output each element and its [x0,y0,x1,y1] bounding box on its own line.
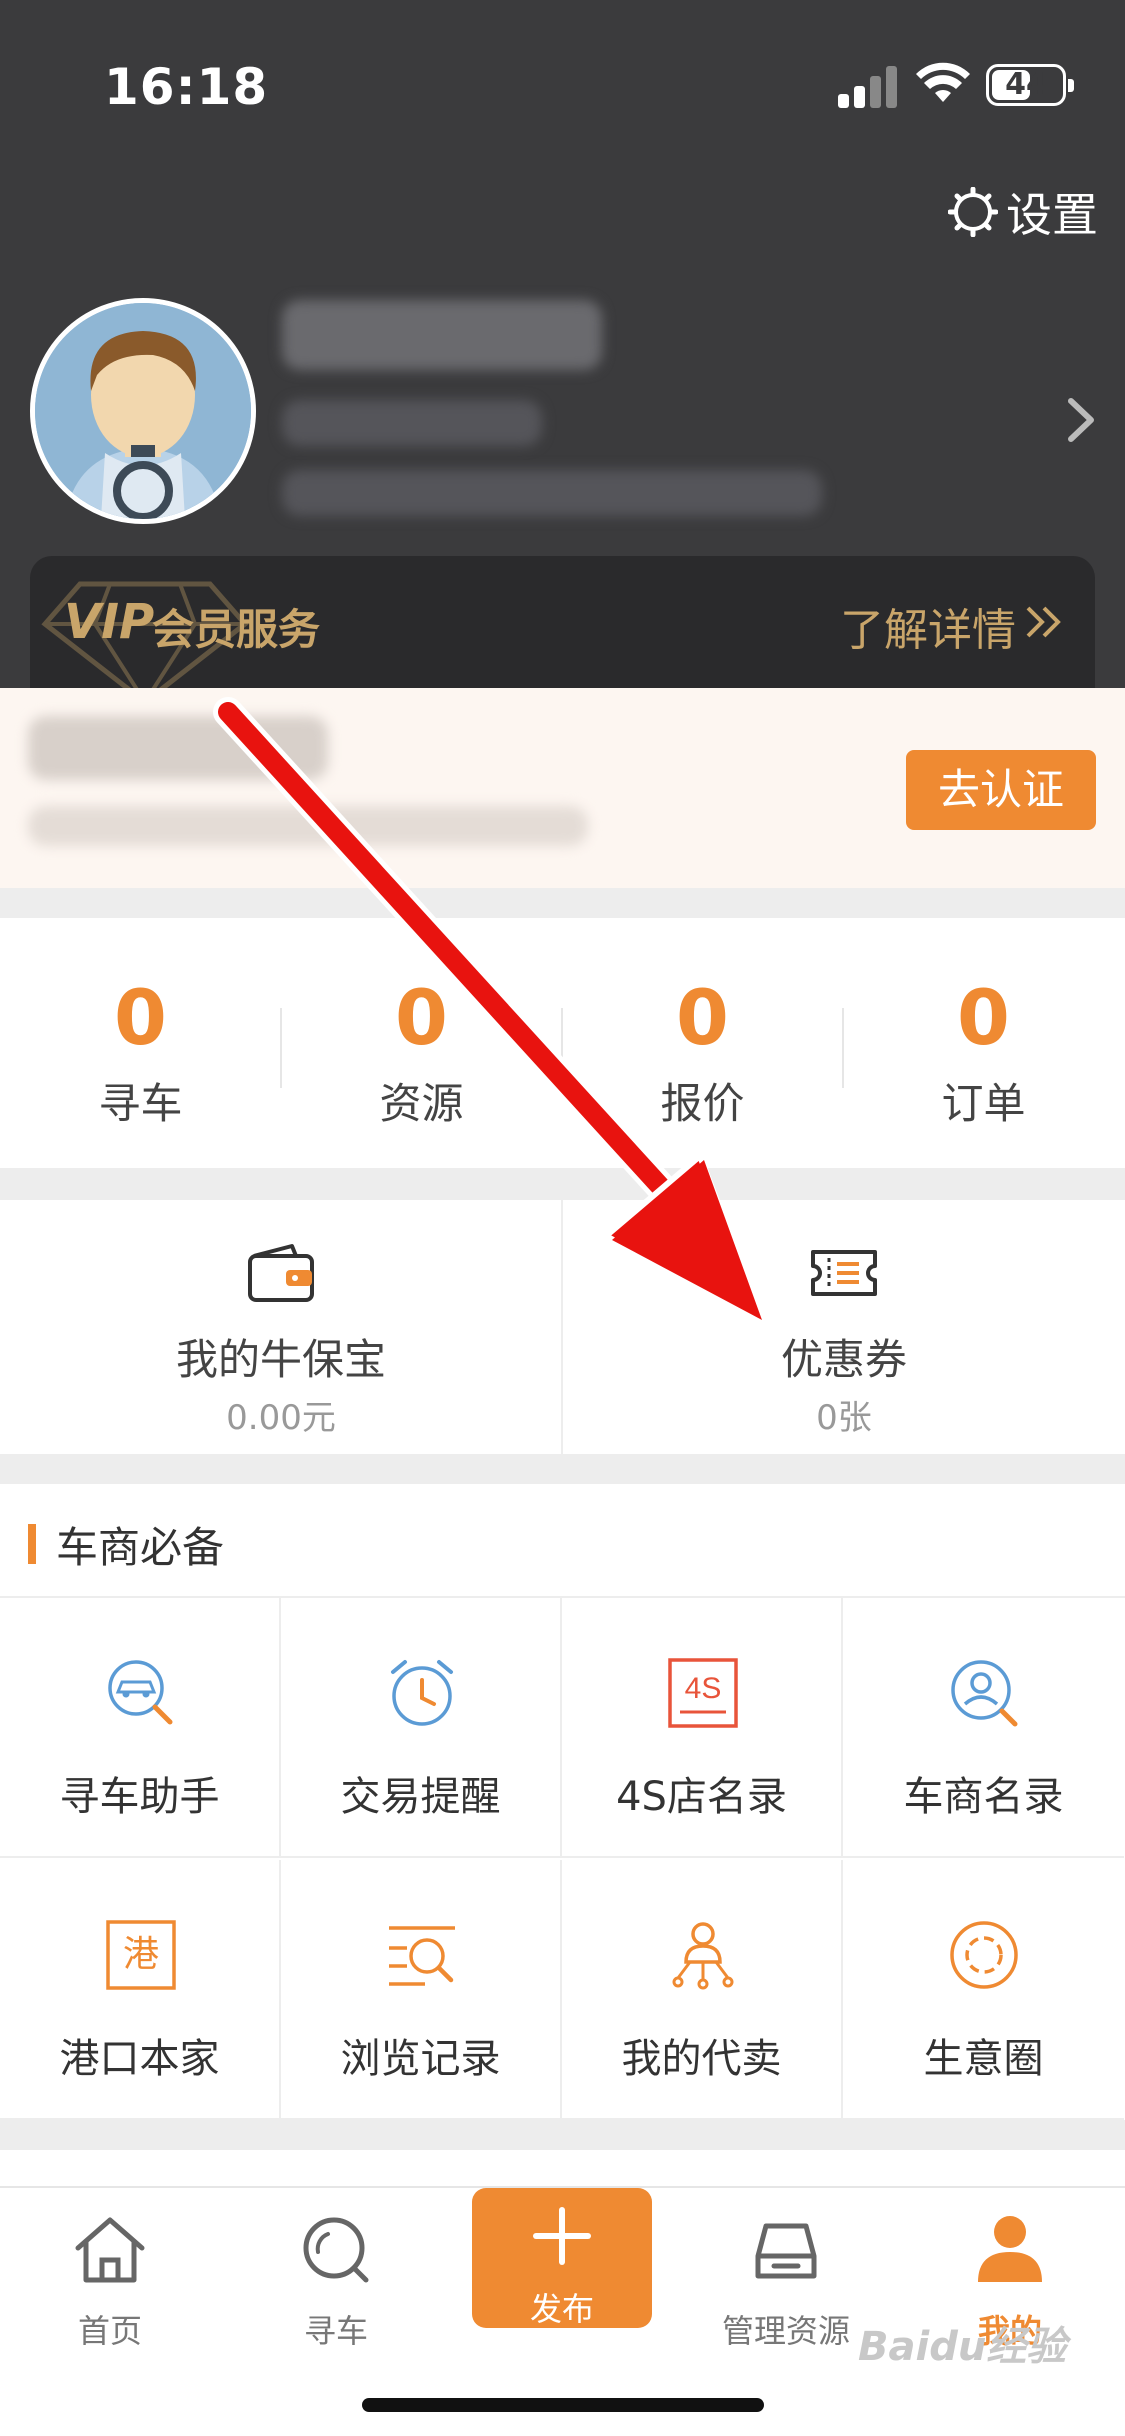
stat-label: 寻车 [98,1079,183,1128]
wifi-icon [916,62,970,102]
watermark-text: Baidu经验 [858,2324,1067,2370]
stat-find-car[interactable]: 0 寻车 [0,918,281,1168]
plus-icon [533,2207,591,2265]
tool-trade-reminder[interactable]: 交易提醒 [281,1598,562,1858]
avatar[interactable] [30,298,256,524]
status-bar: 16:18 44 [0,0,1125,150]
tool-4s-directory[interactable]: 4S 4S店名录 [562,1598,843,1858]
wallet-balance: 0.00元 [226,1398,336,1438]
stat-value: 0 [676,973,729,1062]
wallet-panel: 我的牛保宝 0.00元 优惠券 0张 [0,1200,1125,1454]
tool-label: 浏览记录 [340,2036,501,2082]
username-redacted [282,300,602,370]
port-icon: 港 [106,1920,176,1990]
settings-button[interactable]: 设置 [948,182,1098,242]
certification-banner: 去认证 [0,688,1125,888]
tool-label: 我的代卖 [621,2036,782,2082]
dealer-tools-section: 车商必备 寻车助手 交易提醒 4S 4S店名录 车商名录 港 港口本家 浏览记录… [0,1484,1125,2120]
alarm-clock-icon [391,1660,453,1726]
wallet-icon [248,1244,314,1302]
stat-label: 报价 [660,1079,745,1128]
tool-browse-history[interactable]: 浏览记录 [281,1860,562,2120]
section-title: 车商必备 [56,1523,225,1572]
tab-label: 首页 [77,2312,142,2350]
coupon-label: 优惠券 [780,1335,907,1384]
svg-text:港: 港 [123,1934,159,1975]
gear-icon [948,187,998,237]
wallet-label: 我的牛保宝 [175,1335,386,1384]
tool-business-circle[interactable]: 生意圈 [843,1860,1124,2120]
vip-tag: VIP [64,594,155,650]
coupon-icon [811,1250,877,1296]
agent-sale-icon [672,1922,734,1990]
stat-value: 0 [114,973,167,1062]
stat-value: 0 [395,973,448,1062]
dealer-search-icon [951,1660,1018,1727]
battery-level: 44 [1005,67,1047,102]
vip-title: 会员服务 [152,605,321,654]
tab-home[interactable]: 首页 [0,2206,220,2356]
home-icon [75,2217,145,2283]
user-icon [978,2216,1042,2282]
tool-label: 4S店名录 [616,1774,787,1820]
user-info-redacted [282,400,542,446]
settings-label: 设置 [1006,188,1098,242]
publish-button[interactable]: 发布 [472,2188,652,2328]
stat-quotes[interactable]: 0 报价 [562,918,843,1168]
search-icon [303,2217,369,2283]
stat-resources[interactable]: 0 资源 [281,918,562,1168]
cert-title-redacted [28,716,328,780]
tool-port-dealers[interactable]: 港 港口本家 [0,1860,281,2120]
vip-more-link[interactable]: 了解详情 [840,594,1016,658]
stats-panel: 0 寻车 0 资源 0 报价 0 订单 [0,918,1125,1168]
tool-label: 寻车助手 [59,1774,220,1820]
circle-icon [950,1921,1018,1989]
cellular-signal-icon [838,64,900,108]
coupon-count: 0张 [816,1398,872,1438]
driver-avatar-icon [35,303,251,519]
home-indicator [362,2398,764,2412]
battery-icon: 44 [986,64,1074,106]
double-chevron-right-icon [1026,606,1061,638]
tab-label: 寻车 [303,2312,368,2350]
tool-dealer-directory[interactable]: 车商名录 [843,1598,1124,1858]
4s-badge-icon: 4S [668,1658,738,1728]
publish-label: 发布 [529,2290,594,2328]
car-icon [755,2223,817,2279]
coupon-item[interactable]: 优惠券 0张 [563,1200,1125,1454]
history-icon [389,1926,455,1986]
cert-desc-redacted [28,806,588,846]
tool-label: 生意圈 [923,2036,1044,2082]
verify-button[interactable]: 去认证 [906,750,1096,830]
stat-value: 0 [957,973,1010,1062]
tool-label: 交易提醒 [340,1774,501,1820]
tool-my-consignment[interactable]: 我的代卖 [562,1860,843,2120]
car-search-icon [108,1660,173,1725]
svg-text:4S: 4S [685,1672,722,1705]
stat-orders[interactable]: 0 订单 [843,918,1124,1168]
stat-label: 订单 [941,1079,1026,1128]
tab-find-car[interactable]: 寻车 [226,2206,446,2356]
stat-label: 资源 [379,1079,464,1128]
profile-header: 16:18 44 设置 VIP 会员服务 了解详情 [0,0,1125,716]
chevron-right-icon[interactable] [1063,395,1099,445]
tool-label: 车商名录 [903,1774,1064,1820]
tool-label: 港口本家 [59,2036,220,2082]
user-detail-redacted [282,470,822,516]
tool-car-search[interactable]: 寻车助手 [0,1598,281,1858]
status-time: 16:18 [104,58,269,116]
section-header: 车商必备 [0,1484,1125,1598]
wallet-item[interactable]: 我的牛保宝 0.00元 [0,1200,562,1454]
